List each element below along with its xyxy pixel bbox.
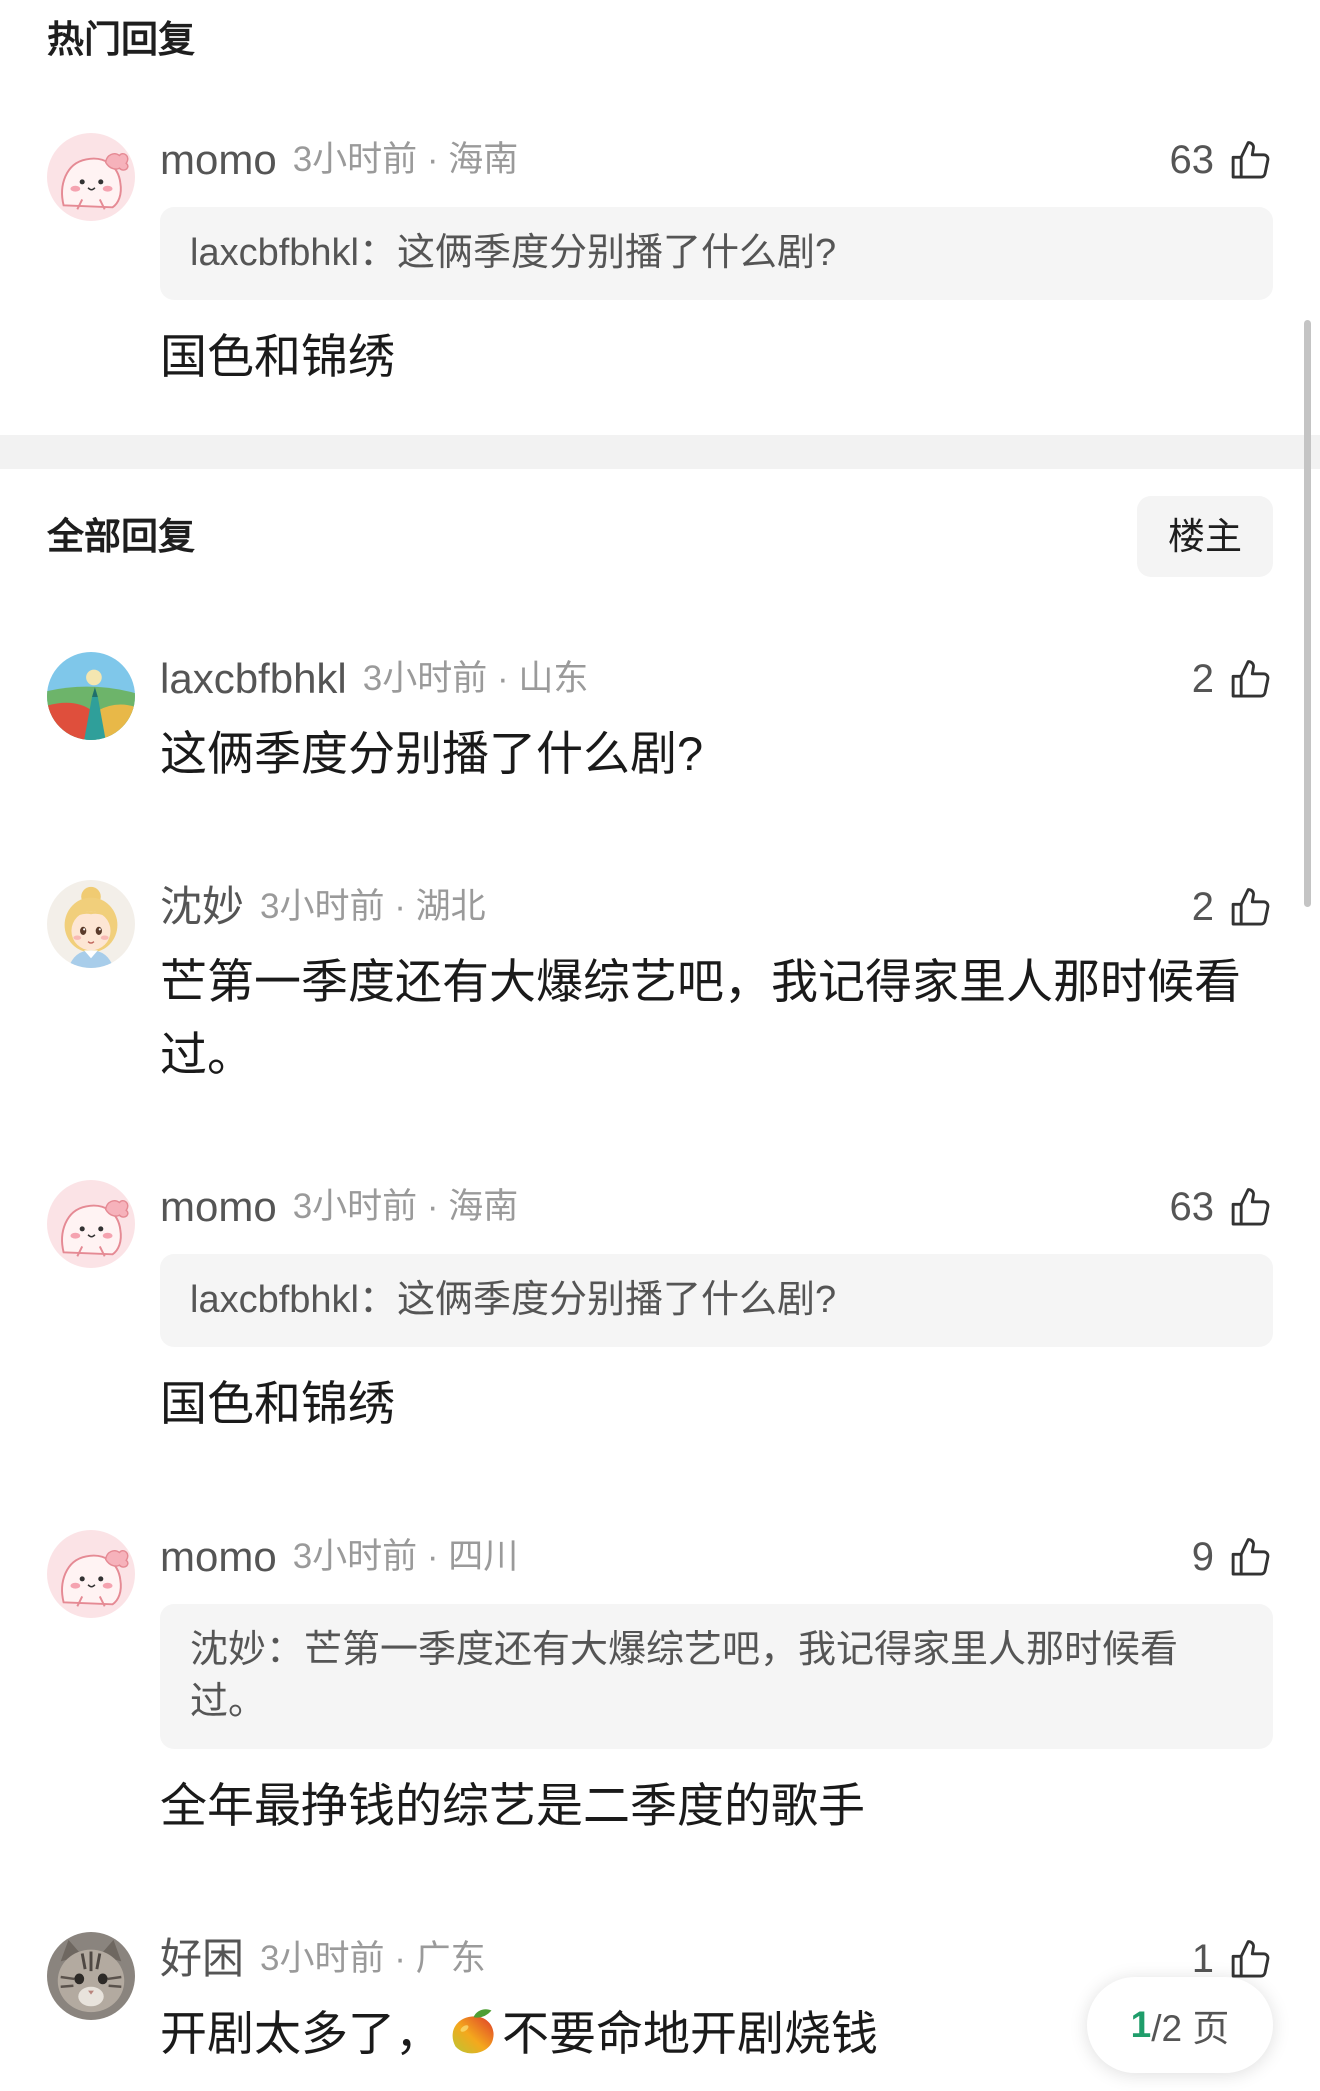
reply-content: 国色和锦绣 [160, 1377, 395, 1430]
op-only-filter-button[interactable]: 楼主 [1137, 496, 1273, 577]
avatar[interactable] [47, 133, 135, 221]
reply-meta: 3小时前 · 四川 [292, 1537, 519, 1576]
page-indicator[interactable]: 1/2 页 [1087, 1977, 1273, 2073]
username[interactable]: laxcbfbhkl [160, 652, 347, 706]
avatar[interactable] [47, 1530, 135, 1618]
thumb-up-icon[interactable] [1227, 1935, 1273, 1983]
like-count: 63 [1169, 138, 1215, 182]
reply-content: 芒第一季度还有大爆综艺吧，我记得家里人那时候看过。 [160, 955, 1241, 1081]
username[interactable]: 好困 [160, 1932, 244, 1986]
avatar[interactable] [47, 652, 135, 740]
hot-replies-title: 热门回复 [47, 19, 195, 60]
all-replies-title: 全部回复 [47, 516, 195, 557]
avatar[interactable] [47, 1180, 135, 1268]
like-count: 2 [1191, 657, 1214, 701]
quoted-reply: 沈妙：芒第一季度还有大爆综艺吧，我记得家里人那时候看过。 [160, 1604, 1273, 1749]
thumb-up-icon[interactable] [1227, 1183, 1273, 1231]
like-count: 9 [1191, 1535, 1214, 1579]
reply-content-text: 不要命地开剧烧钱 [502, 2007, 878, 2060]
reply-content: 这俩季度分别播了什么剧? [160, 727, 704, 780]
username[interactable]: momo [160, 1180, 277, 1234]
like-count: 2 [1191, 885, 1214, 929]
reply-content-text: 开剧太多了， [160, 2007, 442, 2060]
reply-content: 国色和锦绣 [160, 330, 395, 383]
reply-meta: 3小时前 · 海南 [292, 140, 519, 179]
reply-meta: 3小时前 · 山东 [362, 659, 589, 698]
thumb-up-icon[interactable] [1227, 655, 1273, 703]
avatar[interactable] [47, 880, 135, 968]
like-button[interactable]: 2 [1192, 652, 1273, 706]
reply-content: 全年最挣钱的综艺是二季度的歌手 [160, 1779, 865, 1832]
like-count: 63 [1169, 1185, 1215, 1229]
username[interactable]: 沈妙 [160, 880, 244, 934]
like-button[interactable]: 63 [1170, 133, 1274, 187]
avatar[interactable] [47, 1932, 135, 2020]
reply-meta: 3小时前 · 广东 [260, 1939, 486, 1978]
total-pages: /2 页 [1151, 2008, 1230, 2049]
like-button[interactable]: 63 [1170, 1180, 1274, 1234]
quoted-reply: laxcbfbhkl：这俩季度分别播了什么剧? [160, 1254, 1273, 1347]
thumb-up-icon[interactable] [1227, 136, 1273, 184]
thumb-up-icon[interactable] [1227, 1533, 1273, 1581]
thumb-up-icon[interactable] [1227, 883, 1273, 931]
like-button[interactable]: 9 [1192, 1530, 1273, 1584]
current-page: 1 [1130, 2004, 1152, 2045]
username[interactable]: momo [160, 1530, 277, 1584]
scrollbar[interactable] [1304, 320, 1311, 907]
mango-emoji [452, 2009, 494, 2054]
section-divider [0, 435, 1320, 469]
reply-meta: 3小时前 · 湖北 [260, 887, 486, 926]
reply-meta: 3小时前 · 海南 [292, 1187, 519, 1226]
like-button[interactable]: 2 [1192, 880, 1273, 934]
quoted-reply: laxcbfbhkl：这俩季度分别播了什么剧? [160, 207, 1273, 300]
username[interactable]: momo [160, 133, 277, 187]
